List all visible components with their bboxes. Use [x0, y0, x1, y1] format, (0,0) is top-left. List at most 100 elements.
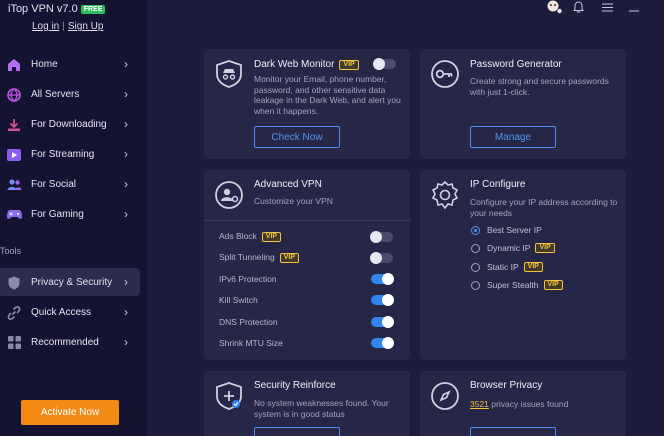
chevron-right-icon: ›: [124, 275, 128, 289]
login-link[interactable]: Log in: [32, 21, 59, 32]
dark-web-monitor-card: Dark Web Monitor VIP Monitor your Email, …: [204, 49, 410, 159]
card-title: Browser Privacy: [470, 380, 543, 391]
avatar[interactable]: [544, 0, 564, 14]
dark-web-toggle[interactable]: [373, 58, 396, 70]
advanced-vpn-card: Advanced VPN Customize your VPN Ads Bloc…: [204, 170, 411, 360]
app-name: iTop VPN v7.0: [8, 3, 78, 15]
signup-link[interactable]: Sign Up: [68, 21, 104, 32]
chevron-right-icon: ›: [124, 117, 128, 131]
sidebar-item-recommended[interactable]: Recommended ›: [0, 328, 140, 356]
card-description: 3521 privacy issues found: [470, 399, 620, 410]
spy-shield-icon: [216, 60, 242, 88]
toggle-knob: [382, 294, 394, 306]
card-title: Security Reinforce: [254, 380, 336, 391]
scan-button[interactable]: [254, 427, 340, 436]
option-label: Split Tunneling: [219, 252, 275, 262]
sidebar-item-label: Home: [31, 58, 58, 70]
free-badge: FREE: [80, 5, 106, 14]
manage-button[interactable]: Manage: [470, 126, 556, 148]
radio-label: Best Server IP: [487, 225, 542, 235]
sidebar-item-label: All Servers: [31, 88, 80, 100]
split-tunneling-toggle[interactable]: [370, 252, 393, 264]
grid-icon: [6, 335, 22, 350]
card-description: Configure your IP address according to y…: [470, 197, 618, 218]
shield-plus-icon: [216, 382, 242, 410]
chevron-right-icon: ›: [124, 57, 128, 71]
chevron-right-icon: ›: [124, 335, 128, 349]
vip-badge: VIP: [339, 60, 359, 70]
chevron-right-icon: ›: [124, 305, 128, 319]
divider: [204, 220, 411, 221]
card-title: Advanced VPN: [254, 179, 322, 190]
option-dns-protection: DNS Protection: [219, 317, 278, 327]
clean-button[interactable]: [470, 427, 556, 436]
sidebar-item-label: Recommended: [31, 336, 99, 348]
card-description: Monitor your Email, phone number, passwo…: [254, 74, 401, 116]
people-icon: [6, 177, 22, 192]
radio-label: Dynamic IP: [487, 243, 531, 253]
sidebar-item-all-servers[interactable]: All Servers ›: [0, 80, 140, 108]
radio-button[interactable]: [471, 262, 480, 272]
radio-best-server-ip[interactable]: Best Server IP: [471, 225, 542, 235]
gamepad-icon: [6, 207, 22, 222]
minimize-icon[interactable]: [627, 0, 641, 14]
radio-button[interactable]: [471, 225, 480, 235]
radio-super-stealth[interactable]: Super Stealth VIP: [471, 280, 563, 290]
privacy-issue-text: privacy issues found: [488, 399, 569, 409]
privacy-issue-count[interactable]: 3521: [470, 399, 489, 409]
radio-button[interactable]: [471, 243, 480, 253]
activate-now-button[interactable]: Activate Now: [21, 400, 119, 425]
link-icon: [6, 305, 22, 320]
globe-icon: [6, 87, 22, 102]
radio-button[interactable]: [471, 280, 480, 290]
sidebar-item-social[interactable]: For Social ›: [0, 170, 140, 198]
sidebar-item-quick-access[interactable]: Quick Access ›: [0, 298, 140, 326]
sidebar-item-home[interactable]: Home ›: [0, 50, 140, 78]
sidebar-item-downloading[interactable]: For Downloading ›: [0, 110, 140, 138]
radio-label: Super Stealth: [487, 280, 539, 290]
vip-badge: VIP: [543, 280, 563, 290]
sidebar-item-streaming[interactable]: For Streaming ›: [0, 140, 140, 168]
kill-switch-toggle[interactable]: [371, 294, 394, 306]
auth-links: Log in | Sign Up: [32, 21, 103, 32]
home-icon: [6, 57, 22, 72]
radio-label: Static IP: [487, 262, 519, 272]
check-now-button[interactable]: Check Now: [254, 126, 340, 148]
option-shrink-mtu: Shrink MTU Size: [219, 338, 283, 348]
dns-protection-toggle[interactable]: [371, 316, 394, 328]
option-ads-block: Ads Block VIP: [219, 231, 282, 242]
menu-icon[interactable]: [600, 0, 614, 14]
tools-heading: Tools: [0, 246, 22, 256]
card-title: Password Generator: [470, 59, 562, 70]
toggle-knob: [370, 231, 382, 243]
sidebar-item-label: Quick Access: [31, 306, 92, 318]
shrink-mtu-toggle[interactable]: [371, 337, 394, 349]
card-description: No system weaknesses found. Your system …: [254, 398, 389, 419]
vip-badge: VIP: [279, 253, 300, 263]
toggle-knob: [382, 337, 394, 349]
card-title-text: Dark Web Monitor: [254, 59, 335, 70]
security-reinforce-card: Security Reinforce No system weaknesses …: [204, 371, 410, 436]
sidebar-item-label: For Streaming: [31, 148, 95, 160]
sidebar-item-label: For Social: [31, 178, 77, 190]
ipv6-protection-toggle[interactable]: [371, 273, 394, 285]
sidebar-item-gaming[interactable]: For Gaming ›: [0, 200, 140, 228]
sidebar-item-label: For Gaming: [31, 208, 84, 220]
vip-badge: VIP: [535, 243, 555, 253]
sidebar: iTop VPN v7.0 FREE Log in | Sign Up Home › …: [0, 0, 147, 436]
sidebar-item-label: Privacy & Security: [31, 276, 113, 288]
sidebar-item-privacy-security[interactable]: Privacy & Security ›: [0, 268, 140, 296]
radio-dynamic-ip[interactable]: Dynamic IP VIP: [471, 243, 555, 253]
play-icon: [6, 147, 22, 162]
chevron-right-icon: ›: [124, 147, 128, 161]
bell-icon[interactable]: [571, 0, 585, 14]
radio-static-ip[interactable]: Static IP VIP: [471, 262, 543, 272]
toggle-knob: [370, 252, 382, 264]
ads-block-toggle[interactable]: [370, 231, 393, 243]
vip-badge: VIP: [523, 262, 543, 272]
browser-privacy-card: Browser Privacy 3521 privacy issues foun…: [420, 371, 626, 436]
shield-icon: [6, 275, 22, 290]
key-icon: [431, 60, 459, 88]
card-title: Dark Web Monitor VIP: [254, 59, 359, 70]
option-ipv6-protection: IPv6 Protection: [219, 274, 277, 284]
